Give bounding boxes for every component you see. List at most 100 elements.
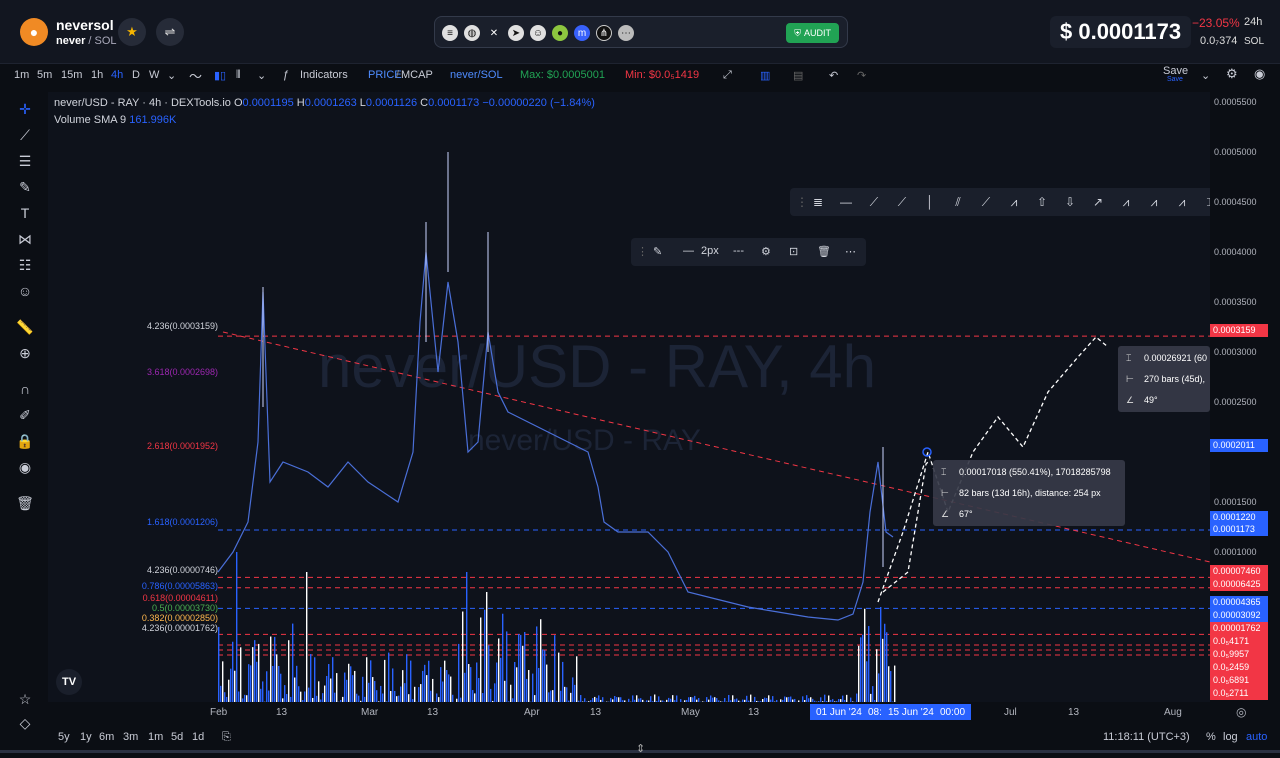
volume-bar <box>356 693 358 702</box>
candles-icon[interactable]: ▮▯ <box>214 69 226 82</box>
arrow-down-icon[interactable]: ⇩ <box>1062 194 1078 210</box>
trash-icon[interactable]: 🗑 <box>16 494 34 512</box>
auto-toggle[interactable]: auto <box>1246 731 1267 743</box>
more-options-icon[interactable]: ⋯ <box>845 245 856 258</box>
brush-icon[interactable]: ✎ <box>16 178 34 196</box>
globe-icon[interactable]: ◍ <box>464 25 480 41</box>
fib-tool-icon[interactable]: ☰ <box>16 152 34 170</box>
magnet-icon[interactable]: ∩ <box>16 380 34 398</box>
range-3m[interactable]: 3m <box>123 731 138 743</box>
percent-toggle[interactable]: % <box>1206 731 1216 743</box>
more-icon[interactable]: ⋯ <box>618 25 634 41</box>
fib-channel-icon[interactable]: ≣ <box>810 194 826 210</box>
lock-icon[interactable]: 🔒 <box>16 432 34 450</box>
bars-range-icon: ⊢ <box>1126 374 1134 384</box>
emoji-icon[interactable]: ☺ <box>16 282 34 300</box>
trend-angle-icon[interactable]: ⟋ <box>866 194 882 210</box>
camera-icon[interactable]: ◉ <box>1254 66 1265 82</box>
coinmarketcap-icon[interactable]: m <box>574 25 590 41</box>
goto-date-calendar-icon[interactable]: ⎘ <box>222 731 231 744</box>
watchlist-star-icon[interactable]: ☆ <box>16 690 34 708</box>
chart-style-icon[interactable]: ▥ <box>760 69 770 82</box>
telegram-icon[interactable]: ➤ <box>508 25 524 41</box>
compare-icon[interactable]: ▤ <box>793 69 803 82</box>
audit-button[interactable]: ⛨ AUDIT <box>786 23 839 43</box>
drag-handle-icon[interactable]: ⋮ <box>794 194 810 210</box>
price-axis[interactable]: 0.0005500 0.0005000 0.0004500 0.0004000 0.00… <box>1210 92 1280 702</box>
interval-5m[interactable]: 5m <box>37 69 52 81</box>
tradingview-logo-icon[interactable]: TV <box>56 669 82 695</box>
line-delete-trash-icon[interactable]: 🗑 <box>817 245 831 258</box>
arrow-up-icon[interactable]: ⇧ <box>1034 194 1050 210</box>
range-1y[interactable]: 1y <box>80 731 92 743</box>
x-icon[interactable]: ✕ <box>486 25 502 41</box>
clock-timezone[interactable]: 11:18:11 (UTC+3) <box>1103 731 1190 743</box>
solana-icon[interactable]: ≡ <box>442 25 458 41</box>
pattern-icon[interactable]: ⋈ <box>16 230 34 248</box>
line-chart-icon[interactable]: 〜 <box>189 66 202 85</box>
range-6m[interactable]: 6m <box>99 731 114 743</box>
range-1m[interactable]: 1m <box>148 731 163 743</box>
elliott-wave-icon[interactable]: ⩘ <box>1118 194 1134 210</box>
chart-canvas: never/USD - RAY, 4h never/USD - RAY 4.236(… <box>142 152 1210 702</box>
zoom-in-icon[interactable]: ⊕ <box>16 344 34 362</box>
arrow-icon[interactable]: ↗ <box>1090 194 1106 210</box>
log-toggle[interactable]: log <box>1223 731 1238 743</box>
goto-realtime-icon[interactable]: ◎ <box>1236 705 1246 719</box>
volume-bar <box>872 686 874 702</box>
mcap-toggle[interactable]: MCAP <box>401 69 433 81</box>
reddit-icon[interactable]: ☺ <box>530 25 546 41</box>
interval-1h[interactable]: 1h <box>91 69 103 81</box>
abc-pattern-icon[interactable]: ⩘ <box>1174 194 1190 210</box>
ruler-icon[interactable]: 📏 <box>16 318 34 336</box>
line-style-dashed-icon[interactable]: --- <box>733 245 744 257</box>
indicators-button[interactable]: Indicators <box>300 69 348 81</box>
resize-arrows-icon[interactable]: ⇕ <box>636 742 645 755</box>
line-lock-icon[interactable]: ⊡ <box>789 245 798 258</box>
time-axis[interactable]: Feb 13 Mar 13 Apr 13 May 13 01 Jun '24 0… <box>48 702 1210 722</box>
undo-icon[interactable]: ↶ <box>829 69 838 82</box>
save-chevron-icon[interactable]: ⌄ <box>1201 69 1210 82</box>
range-1d[interactable]: 1d <box>192 731 204 743</box>
fullscreen-icon[interactable]: ⤢ <box>723 69 732 82</box>
prediction-icon[interactable]: ☷ <box>16 256 34 274</box>
price-level-tag: 0.0003159 <box>1210 324 1268 337</box>
pitchfork-icon[interactable]: ⟋ <box>978 194 994 210</box>
ray-icon[interactable]: — <box>838 194 854 210</box>
text-tool-icon[interactable]: T <box>16 204 34 222</box>
vertical-line-icon[interactable]: │ <box>922 194 938 210</box>
interval-4h[interactable]: 4h <box>111 69 123 81</box>
pair-toggle[interactable]: never/SOL <box>450 69 503 81</box>
price-chart[interactable]: never/USD - RAY, 4h never/USD - RAY 4.236(… <box>48 92 1254 702</box>
trendline-icon[interactable]: ⟋ <box>16 126 34 144</box>
share-icon[interactable]: ⇌ <box>156 18 184 46</box>
line-width-value[interactable]: 2px <box>701 245 719 257</box>
dexscreener-icon[interactable]: ⋔ <box>596 25 612 41</box>
eye-icon[interactable]: ◉ <box>16 458 34 476</box>
interval-1m[interactable]: 1m <box>14 69 29 81</box>
extended-line-icon[interactable]: ⟋ <box>894 194 910 210</box>
abcd-pattern-icon[interactable]: ⩘ <box>1146 194 1162 210</box>
line-settings-gear-icon[interactable]: ⚙ <box>761 245 771 258</box>
settings-gear-icon[interactable]: ⚙ <box>1226 66 1238 82</box>
line-color-pencil-icon[interactable]: ✎ <box>653 245 662 258</box>
crosshair-icon[interactable]: ✛ <box>16 100 34 118</box>
favorite-star-icon[interactable]: ★ <box>118 18 146 46</box>
line-width-icon[interactable]: — <box>683 245 694 257</box>
zigzag-icon[interactable]: ⩘ <box>1006 194 1022 210</box>
interval-dropdown-chevron-icon[interactable]: ⌄ <box>167 69 176 82</box>
coingecko-icon[interactable]: ● <box>552 25 568 41</box>
interval-d[interactable]: D <box>132 69 140 81</box>
range-5d[interactable]: 5d <box>171 731 183 743</box>
interval-w[interactable]: W <box>149 69 159 81</box>
indicators-fx-icon[interactable]: ƒ <box>283 69 289 81</box>
volume-bar <box>846 694 848 702</box>
bar-chart-icon[interactable]: ⫴ <box>236 69 241 82</box>
interval-15m[interactable]: 15m <box>61 69 82 81</box>
range-5y[interactable]: 5y <box>58 731 70 743</box>
drag-handle-icon[interactable]: ⋮ <box>637 245 648 258</box>
redo-icon[interactable]: ↷ <box>857 69 866 82</box>
draw-mode-icon[interactable]: ✐ <box>16 406 34 424</box>
parallel-channel-icon[interactable]: ⫽ <box>950 194 966 210</box>
chart-type-chevron-icon[interactable]: ⌄ <box>257 69 266 82</box>
